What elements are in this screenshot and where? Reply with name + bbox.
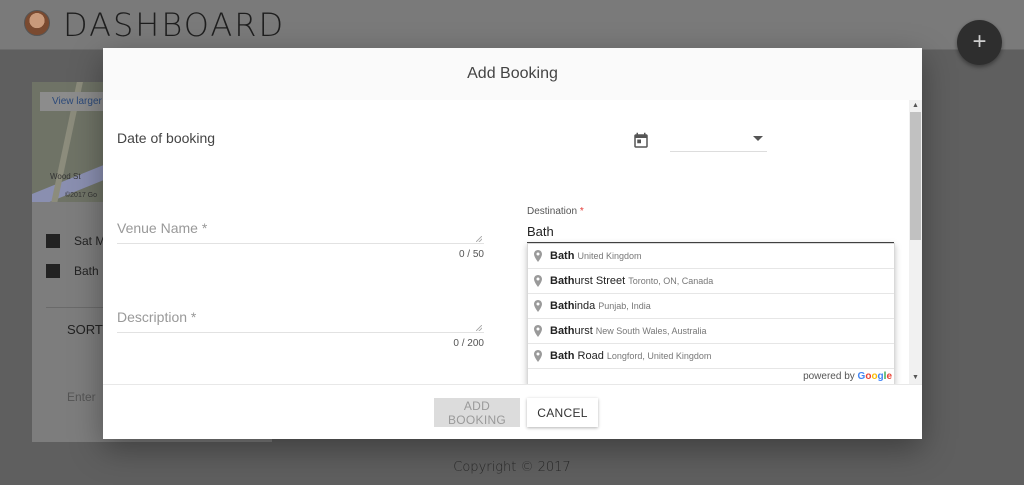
booking-place-row: Bath: [46, 264, 99, 278]
suggestion-secondary-text: Punjab, India: [598, 301, 651, 311]
description-placeholder: Description *: [117, 309, 197, 325]
suggestion-main-text: Bathinda: [550, 300, 596, 312]
place-suggestion-item[interactable]: Bathurst New South Wales, Australia: [528, 319, 894, 344]
add-fab-button[interactable]: +: [957, 20, 1002, 65]
destination-input[interactable]: [527, 221, 894, 243]
dialog-scrollbar[interactable]: ▲ ▼: [909, 100, 922, 384]
field-underline: [117, 243, 484, 244]
description-field[interactable]: Description * 0 / 200: [117, 309, 484, 369]
location-pin-icon: [534, 300, 542, 312]
scroll-down-arrow-icon[interactable]: ▼: [909, 372, 922, 384]
description-counter: 0 / 200: [453, 338, 484, 349]
suggestion-secondary-text: United Kingdom: [577, 251, 642, 261]
avatar[interactable]: [24, 10, 50, 36]
suggestion-main-text: Bathurst: [550, 325, 593, 337]
calendar-icon: [46, 234, 60, 248]
dialog-title: Add Booking: [467, 65, 558, 82]
enter-field-placeholder[interactable]: Enter: [67, 390, 96, 404]
dialog-header: Add Booking: [103, 48, 922, 100]
booking-date-text: Sat M: [74, 234, 106, 248]
booking-place-text: Bath: [74, 264, 99, 278]
venue-name-placeholder: Venue Name *: [117, 220, 208, 236]
resize-grip-icon[interactable]: [476, 325, 482, 331]
suggestion-main-text: Bath: [550, 250, 575, 262]
powered-by-google-logo: powered by Google: [803, 371, 892, 382]
add-booking-dialog: Add Booking Date of booking Venue Name *…: [103, 48, 922, 439]
cancel-button[interactable]: CANCEL: [527, 398, 598, 427]
date-of-booking-label: Date of booking: [117, 130, 216, 146]
building-icon: [46, 264, 60, 278]
app-title: DASHBOARD: [63, 6, 286, 44]
booking-date-row: Sat M: [46, 234, 105, 248]
scroll-up-arrow-icon[interactable]: ▲: [909, 100, 922, 112]
sort-label[interactable]: SORT: [67, 322, 103, 337]
dialog-footer: ADD BOOKING CANCEL: [103, 384, 922, 439]
place-suggestion-item[interactable]: Bath United Kingdom: [528, 244, 894, 269]
chevron-down-icon: [753, 136, 763, 141]
suggestion-main-text: Bathurst Street: [550, 275, 626, 287]
calendar-icon[interactable]: [632, 132, 650, 150]
location-pin-icon: [534, 350, 542, 362]
top-app-bar: DASHBOARD: [0, 0, 1024, 50]
date-select[interactable]: [670, 130, 767, 152]
place-suggestion-item[interactable]: Bath Road Longford, United Kingdom: [528, 344, 894, 369]
suggestion-secondary-text: Longford, United Kingdom: [606, 351, 712, 361]
map-copyright: ©2017 Go: [65, 192, 98, 199]
suggestion-main-text: Bath Road: [550, 350, 604, 362]
scrollbar-thumb[interactable]: [910, 112, 921, 240]
add-booking-button[interactable]: ADD BOOKING: [434, 398, 520, 427]
field-underline: [117, 332, 484, 333]
footer-copyright: Copyright © 2017: [453, 460, 571, 475]
place-suggestion-item[interactable]: Bathurst Street Toronto, ON, Canada: [528, 269, 894, 294]
dialog-body: Date of booking Venue Name * 0 / 50 Desc…: [103, 100, 909, 385]
venue-name-counter: 0 / 50: [458, 249, 484, 260]
location-pin-icon: [534, 275, 542, 287]
suggestion-secondary-text: Toronto, ON, Canada: [628, 276, 714, 286]
place-suggestion-item[interactable]: Bathinda Punjab, India: [528, 294, 894, 319]
resize-grip-icon[interactable]: [476, 236, 482, 242]
suggestion-secondary-text: New South Wales, Australia: [595, 326, 707, 336]
location-pin-icon: [534, 325, 542, 337]
destination-label: Destination *: [527, 206, 584, 217]
place-autocomplete-dropdown: Bath United Kingdom Bathurst Street Toront…: [527, 243, 895, 385]
location-pin-icon: [534, 250, 542, 262]
map-street-label: Wood St: [50, 172, 81, 181]
venue-name-field[interactable]: Venue Name * 0 / 50: [117, 220, 484, 280]
